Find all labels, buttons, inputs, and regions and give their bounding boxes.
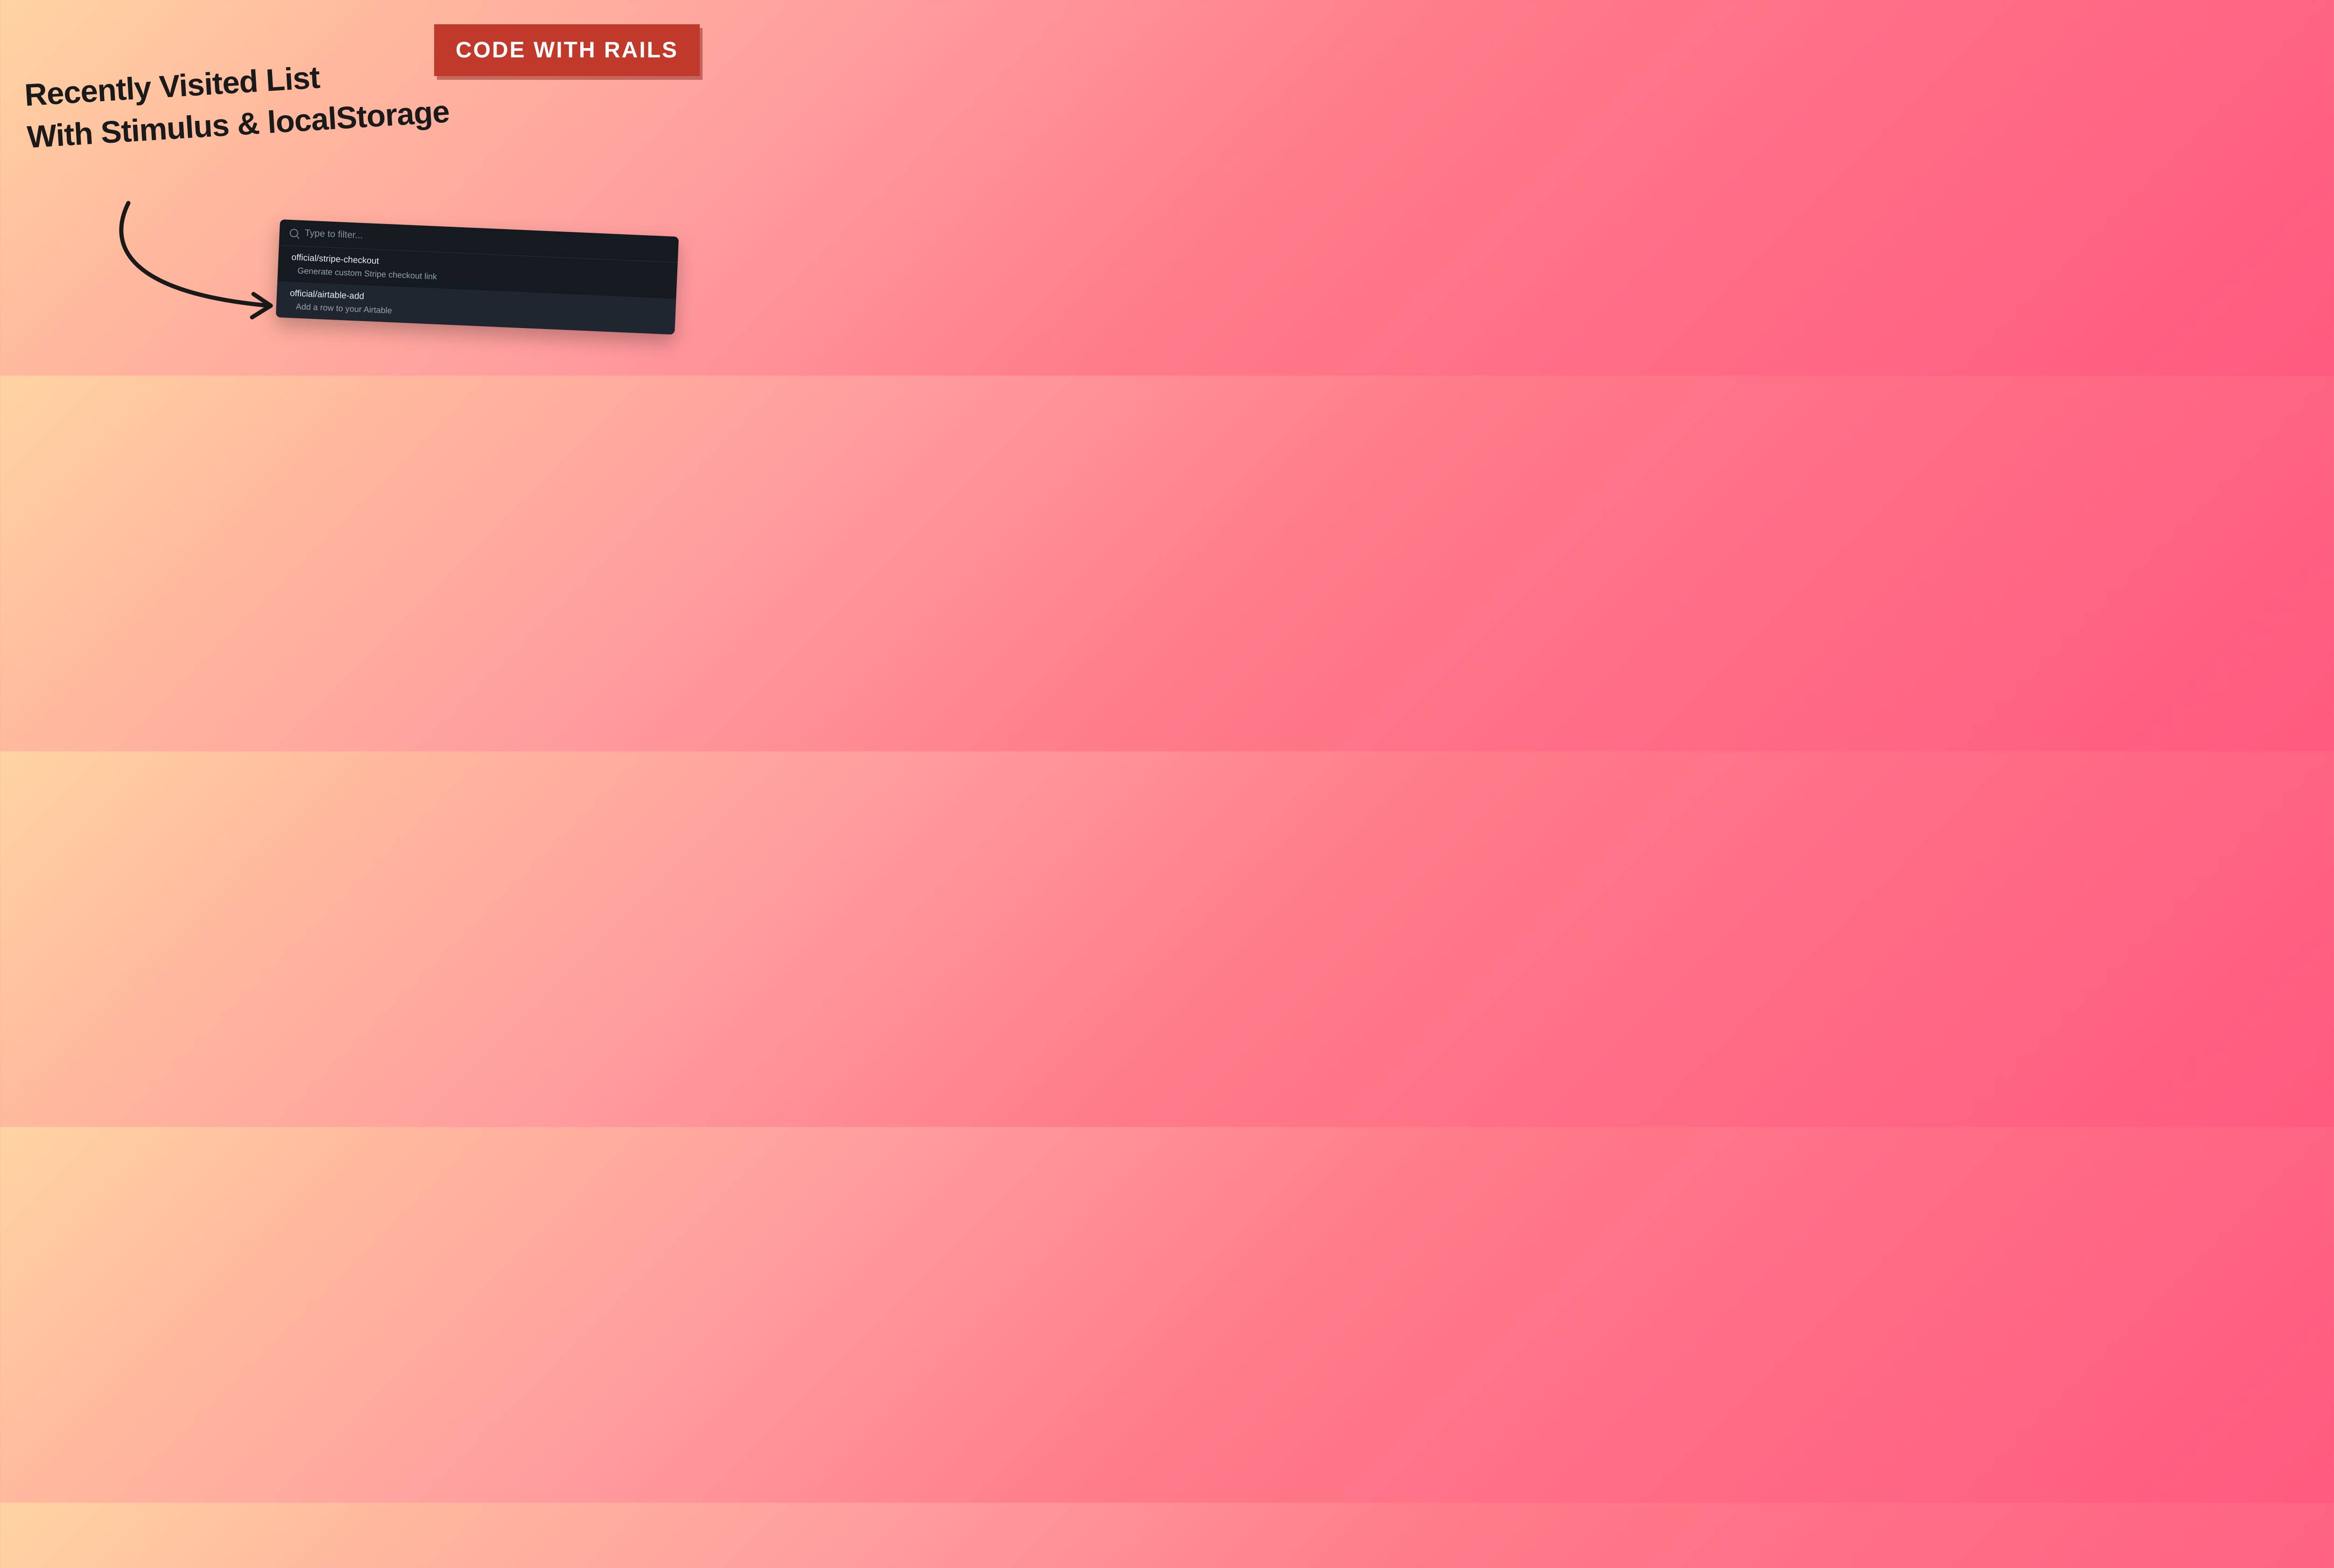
brand-badge: CODE WITH RAILS bbox=[434, 24, 700, 76]
curved-arrow-icon bbox=[100, 198, 296, 329]
search-icon bbox=[289, 228, 298, 237]
page-title: Recently Visited List With Stimulus & lo… bbox=[23, 49, 450, 159]
command-palette: Type to filter... official/stripe-checko… bbox=[276, 219, 679, 335]
brand-badge-label: CODE WITH RAILS bbox=[456, 38, 678, 63]
search-input[interactable]: Type to filter... bbox=[304, 228, 363, 241]
arrow-annotation bbox=[100, 198, 296, 329]
